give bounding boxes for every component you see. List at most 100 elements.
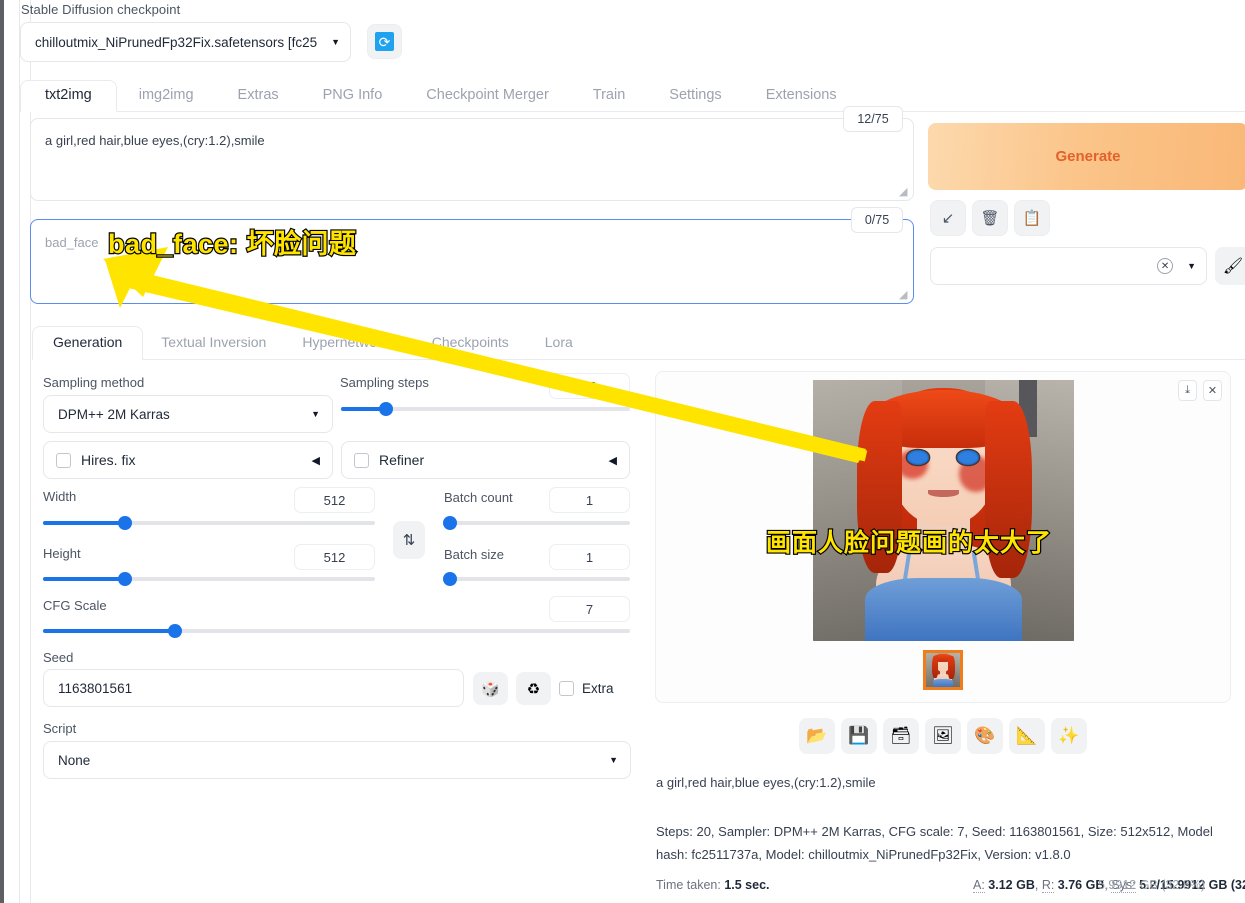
positive-prompt-input[interactable]: a girl,red hair,blue eyes,(cry:1.2),smil…: [30, 118, 914, 201]
edit-styles-button[interactable]: 🖌: [1215, 247, 1245, 285]
height-value[interactable]: 512: [294, 544, 375, 570]
extra-checkbox[interactable]: [559, 681, 574, 696]
chevron-left-icon: ◀: [311, 454, 320, 467]
refiner-accordion[interactable]: Refiner ◀: [341, 441, 630, 479]
time-taken-value: 1.5 sec.: [724, 878, 770, 892]
tab-hypernetworks[interactable]: Hypernetworks: [284, 327, 413, 359]
tab-extensions[interactable]: Extensions: [744, 81, 859, 111]
tab-txt2img[interactable]: txt2img: [20, 80, 117, 112]
close-image-button[interactable]: ✕: [1203, 380, 1222, 401]
chevron-down-icon: ▼: [311, 409, 320, 419]
height-label: Height: [43, 546, 81, 561]
negative-prompt-placeholder: bad_face: [45, 235, 99, 250]
sampling-method-value: DPM++ 2M Karras: [58, 406, 170, 422]
tab-extras[interactable]: Extras: [216, 81, 301, 111]
checkpoint-select[interactable]: chilloutmix_NiPrunedFp32Fix.safetensors …: [20, 22, 351, 62]
negative-prompt-input[interactable]: bad_face ◢: [30, 219, 914, 304]
script-select[interactable]: None ▼: [43, 741, 631, 779]
result-prompt-text: a girl,red hair,blue eyes,(cry:1.2),smil…: [656, 775, 876, 790]
download-image-button[interactable]: ⤓: [1178, 380, 1197, 401]
script-value: None: [58, 752, 91, 768]
random-seed-button[interactable]: 🎲: [473, 672, 508, 705]
send-to-extras-button[interactable]: 📐: [1009, 718, 1045, 754]
apply-style-button[interactable]: 📋: [1014, 200, 1050, 236]
upscale-button[interactable]: ✨: [1051, 718, 1087, 754]
mem-a-label: A:: [973, 878, 985, 893]
download-icon: ⤓: [1185, 384, 1190, 396]
batch-size-slider[interactable]: [443, 572, 630, 586]
send-to-img2img-icon: 🖼: [932, 726, 954, 745]
result-params-text: Steps: 20, Sampler: DPM++ 2M Karras, CFG…: [656, 824, 1213, 862]
tab-train[interactable]: Train: [571, 81, 648, 111]
batch-count-value[interactable]: 1: [549, 487, 630, 513]
main-tab-bar: txt2img img2img Extras PNG Info Checkpoi…: [20, 79, 1245, 112]
read-generation-params-button[interactable]: ↙: [930, 200, 966, 236]
slider-handle[interactable]: [168, 624, 182, 638]
thumbnail-strip: [656, 650, 1230, 690]
folder-icon: 📂: [806, 726, 828, 745]
seed-label: Seed: [43, 650, 74, 665]
slider-handle[interactable]: [118, 516, 132, 530]
negative-token-counter: 0/75: [851, 207, 903, 233]
hires-fix-accordion[interactable]: Hires. fix ◀: [43, 441, 333, 479]
send-to-inpaint-button[interactable]: 🎨: [967, 718, 1003, 754]
close-icon: ✕: [1207, 385, 1218, 397]
tab-checkpoint-merger[interactable]: Checkpoint Merger: [404, 81, 571, 111]
generate-button[interactable]: Generate: [928, 123, 1245, 190]
mem-r-label: R:: [1041, 878, 1055, 893]
slider-handle[interactable]: [118, 572, 132, 586]
arrow-down-left-icon: ↙: [941, 210, 955, 227]
width-label: Width: [43, 489, 77, 504]
styles-dropdown[interactable]: ✕ ▼: [930, 247, 1207, 285]
tab-img2img[interactable]: img2img: [117, 81, 216, 111]
sampling-method-select[interactable]: DPM++ 2M Karras ▼: [43, 395, 333, 433]
image-actions: ⤓ ✕: [1178, 380, 1222, 401]
resize-grip-icon[interactable]: ◢: [899, 290, 910, 301]
trash-icon: 🗑: [980, 210, 1000, 227]
cfg-scale-value[interactable]: 7: [549, 596, 630, 622]
tab-checkpoints[interactable]: Checkpoints: [414, 327, 527, 359]
batch-count-slider[interactable]: [443, 516, 630, 530]
portrait-thumbnail: [926, 653, 960, 687]
save-zip-button[interactable]: 🗃: [883, 718, 919, 754]
slider-handle[interactable]: [379, 402, 393, 416]
stable-diffusion-webui: Stable Diffusion checkpoint chilloutmix_…: [0, 0, 1245, 903]
send-to-extras-icon: 📐: [1016, 726, 1038, 745]
batch-count-label: Batch count: [444, 490, 513, 505]
cfg-scale-label: CFG Scale: [43, 598, 107, 613]
tab-settings[interactable]: Settings: [647, 81, 743, 111]
width-slider[interactable]: [43, 516, 375, 530]
cfg-scale-slider[interactable]: [43, 624, 630, 638]
refiner-checkbox[interactable]: [354, 452, 369, 468]
tab-lora[interactable]: Lora: [527, 327, 591, 359]
save-button[interactable]: 💾: [841, 718, 877, 754]
send-to-img2img-button[interactable]: 🖼: [925, 718, 961, 754]
resize-grip-icon[interactable]: ◢: [899, 187, 910, 198]
positive-token-counter: 12/75: [843, 106, 903, 132]
memory-stats-overlap: 5.9912 GB (32.8%): [1098, 878, 1206, 892]
slider-handle[interactable]: [443, 516, 457, 530]
sampling-steps-value[interactable]: 20: [549, 373, 630, 399]
extra-label: Extra: [582, 681, 614, 696]
generated-image[interactable]: [813, 380, 1074, 641]
extra-seed-toggle[interactable]: Extra: [559, 681, 614, 696]
hires-fix-checkbox[interactable]: [56, 452, 71, 468]
tab-generation[interactable]: Generation: [32, 326, 144, 360]
refresh-checkpoints-button[interactable]: ⟳: [367, 24, 402, 59]
chevron-down-icon: ▼: [331, 37, 340, 47]
close-icon[interactable]: ✕: [1157, 258, 1174, 274]
width-value[interactable]: 512: [294, 487, 375, 513]
height-slider[interactable]: [43, 572, 375, 586]
batch-size-value[interactable]: 1: [549, 544, 630, 570]
open-folder-button[interactable]: 📂: [799, 718, 835, 754]
tab-png-info[interactable]: PNG Info: [301, 81, 405, 111]
clear-prompt-button[interactable]: 🗑: [972, 200, 1008, 236]
reuse-seed-button[interactable]: ♻: [516, 672, 551, 705]
sampling-steps-slider[interactable]: [341, 402, 630, 416]
seed-input[interactable]: 1163801561: [43, 669, 464, 707]
tab-textual-inversion[interactable]: Textual Inversion: [143, 327, 284, 359]
positive-prompt-text: a girl,red hair,blue eyes,(cry:1.2),smil…: [45, 133, 265, 148]
swap-dimensions-button[interactable]: ⇅: [393, 521, 425, 559]
slider-handle[interactable]: [443, 572, 457, 586]
thumbnail-item[interactable]: [923, 650, 963, 690]
